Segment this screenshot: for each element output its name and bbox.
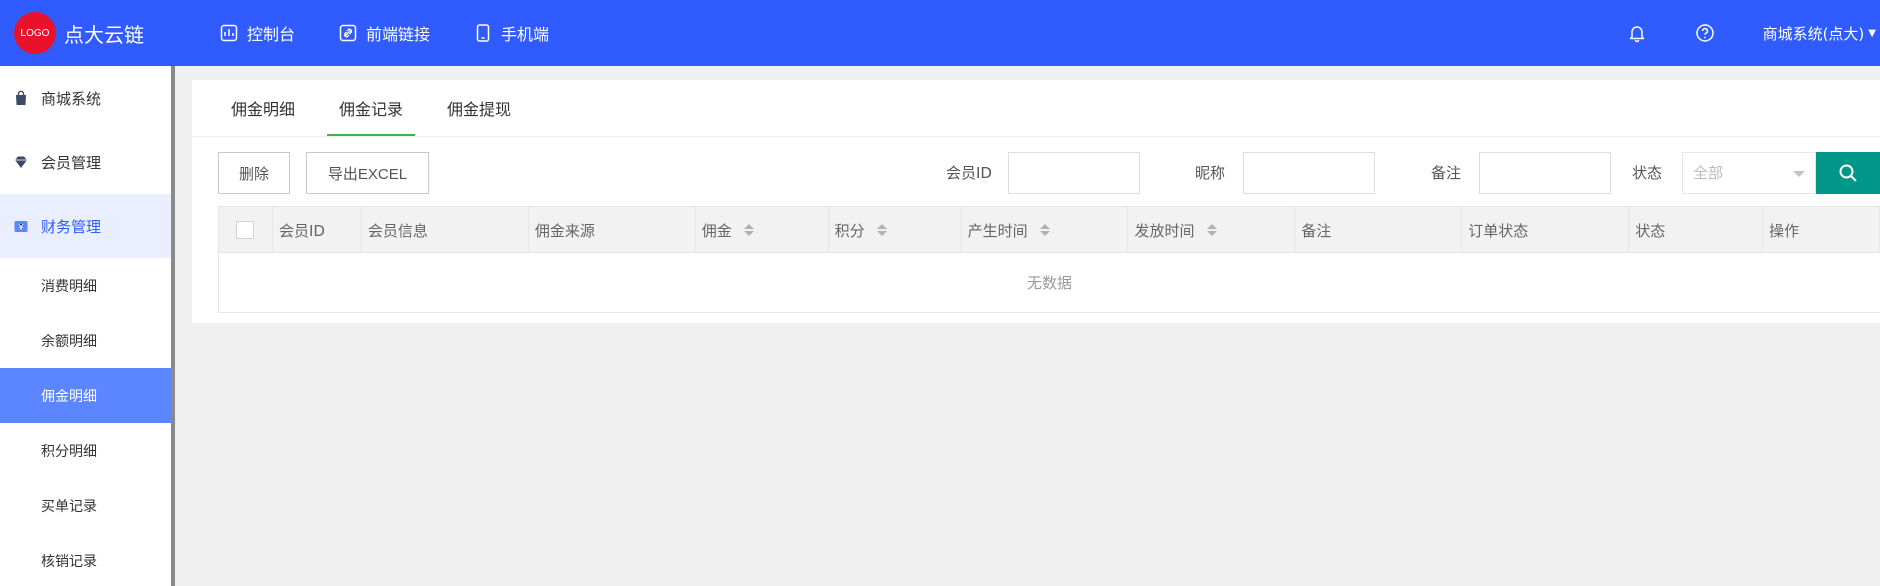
sidebar-item-label: 财务管理 (41, 217, 102, 236)
shopping-bag-icon (16, 90, 26, 105)
content-panel: 佣金明细 佣金记录 佣金提现 删除 导出EXCEL 会员ID 昵称 备注 状态 … (192, 80, 1880, 323)
remark-input[interactable] (1479, 152, 1611, 194)
column-label: 佣金 (701, 221, 732, 240)
sort-icon[interactable] (743, 224, 754, 236)
search-button[interactable] (1816, 152, 1880, 194)
sort-icon[interactable] (876, 224, 887, 236)
column-label: 操作 (1769, 221, 1800, 240)
nav-frontend-link-label: 前端链接 (366, 25, 431, 44)
sidebar-item-finance-management[interactable]: 财务管理 (0, 194, 171, 258)
top-right-area: 商城系统(点大) ▼ (1627, 0, 1880, 66)
column-label: 发放时间 (1134, 221, 1195, 240)
help-icon[interactable] (1695, 23, 1715, 43)
filter-bar: 删除 导出EXCEL 会员ID 昵称 备注 状态 全部 (218, 152, 1880, 194)
export-excel-button[interactable]: 导出EXCEL (306, 152, 429, 194)
column-header: 会员ID (273, 207, 362, 253)
status-select-value: 全部 (1693, 164, 1724, 182)
column-label: 订单状态 (1468, 221, 1529, 240)
nickname-label: 昵称 (1195, 164, 1226, 182)
nav-mobile-label: 手机端 (501, 25, 550, 44)
status-select[interactable]: 全部 (1682, 152, 1816, 194)
column-label: 佣金来源 (534, 221, 595, 240)
member-id-input[interactable] (1008, 152, 1140, 194)
bell-icon[interactable] (1627, 23, 1647, 43)
sidebar-subitem-points[interactable]: 积分明细 (0, 423, 171, 478)
delete-button[interactable]: 删除 (218, 152, 290, 194)
column-label: 积分 (834, 221, 865, 240)
tab-label: 佣金提现 (447, 100, 512, 119)
sidebar-item-member-management[interactable]: 会员管理 (0, 130, 171, 194)
chevron-down-icon: ▼ (1868, 27, 1876, 39)
column-header: 操作 (1763, 207, 1880, 253)
sidebar-item-label: 会员管理 (41, 153, 102, 172)
diamond-icon (15, 156, 27, 168)
sort-icon[interactable] (1206, 224, 1217, 236)
app-name: 点大云链 (64, 22, 144, 47)
sidebar-subitem-label: 买单记录 (41, 498, 97, 515)
column-header-sortable[interactable]: 产生时间 (962, 207, 1129, 253)
sidebar-subitem-verification[interactable]: 核销记录 (0, 533, 171, 586)
table-header: 会员ID 会员信息 佣金来源 佣金 积分 产生时间 发放时间 备注 订单状态 状… (219, 207, 1880, 253)
top-bar: LOGO 点大云链 控制台 前端链接 手机端 商城系统(点大) ▼ (0, 0, 1880, 66)
column-label: 产生时间 (967, 221, 1028, 240)
select-all-checkbox[interactable] (236, 221, 255, 239)
mobile-icon (476, 24, 490, 42)
sort-icon[interactable] (1039, 224, 1050, 236)
sidebar-subitem-label: 消费明细 (41, 278, 97, 295)
member-id-label: 会员ID (946, 164, 992, 182)
column-header-sortable[interactable]: 发放时间 (1128, 207, 1296, 253)
top-nav: 控制台 前端链接 手机端 (220, 21, 593, 45)
sidebar-subitem-label: 积分明细 (41, 443, 97, 460)
nav-mobile[interactable]: 手机端 (474, 21, 549, 45)
tab-commission-detail[interactable]: 佣金明细 (219, 80, 307, 136)
tab-commission-withdraw[interactable]: 佣金提现 (435, 80, 523, 136)
logo-badge: LOGO (14, 12, 56, 54)
nickname-input[interactable] (1243, 152, 1375, 194)
sidebar-subitem-balance[interactable]: 余额明细 (0, 313, 171, 368)
nav-dashboard-label: 控制台 (247, 25, 296, 44)
status-label: 状态 (1632, 164, 1663, 182)
column-label: 会员ID (278, 221, 325, 240)
tab-label: 佣金明细 (231, 100, 296, 119)
dashboard-icon (220, 24, 238, 42)
logo[interactable]: LOGO 点大云链 (14, 12, 194, 54)
sidebar-subitem-commission[interactable]: 佣金明细 (0, 368, 171, 423)
column-header: 状态 (1629, 207, 1764, 253)
sidebar: 商城系统 会员管理 财务管理 消费明细 余额明细 佣金明细 积分明细 买单记录 … (0, 66, 175, 586)
column-header-sortable[interactable]: 积分 (829, 207, 962, 253)
column-header: 会员信息 (362, 207, 529, 253)
commission-table: 会员ID 会员信息 佣金来源 佣金 积分 产生时间 发放时间 备注 订单状态 状… (218, 206, 1880, 313)
search-icon (1839, 164, 1857, 182)
empty-state: 无数据 (1026, 274, 1072, 292)
sidebar-item-mall-system[interactable]: 商城系统 (0, 66, 171, 130)
column-header-sortable[interactable]: 佣金 (696, 207, 829, 253)
column-header: 佣金来源 (529, 207, 696, 253)
column-label: 备注 (1301, 221, 1332, 240)
wallet-icon (14, 221, 28, 232)
tab-commission-record[interactable]: 佣金记录 (327, 80, 416, 136)
sidebar-item-label: 商城系统 (41, 89, 102, 108)
sidebar-subitem-label: 核销记录 (41, 553, 97, 570)
remark-label: 备注 (1431, 164, 1462, 182)
user-menu[interactable]: 商城系统(点大) ▼ (1763, 23, 1876, 44)
link-icon (339, 24, 357, 42)
chevron-down-icon (1793, 171, 1805, 177)
sidebar-subitem-consumption[interactable]: 消费明细 (0, 258, 171, 313)
column-header: 订单状态 (1462, 207, 1630, 253)
header-checkbox-cell (219, 207, 273, 253)
column-header: 备注 (1295, 207, 1463, 253)
nav-dashboard[interactable]: 控制台 (220, 21, 295, 45)
sidebar-subitem-pay-bill[interactable]: 买单记录 (0, 478, 171, 533)
column-label: 会员信息 (367, 221, 428, 240)
tab-bar: 佣金明细 佣金记录 佣金提现 (192, 80, 1880, 137)
tab-label: 佣金记录 (339, 100, 404, 119)
column-label: 状态 (1635, 221, 1666, 240)
sidebar-subitem-label: 佣金明细 (41, 388, 97, 405)
nav-frontend-link[interactable]: 前端链接 (339, 21, 430, 45)
user-menu-label: 商城系统(点大) (1762, 24, 1865, 43)
sidebar-subitem-label: 余额明细 (41, 333, 97, 350)
